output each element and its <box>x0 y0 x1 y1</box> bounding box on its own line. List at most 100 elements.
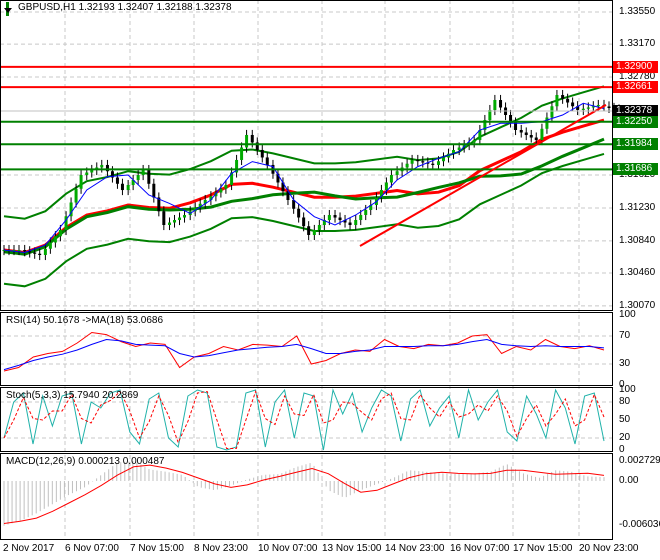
time-axis-label: 2 Nov 2017 <box>3 543 55 554</box>
candle-body <box>58 229 62 237</box>
candle-body <box>38 253 42 255</box>
candle-body <box>17 250 21 252</box>
price-tag: 1.31686 <box>613 163 658 176</box>
macd-panel <box>3 461 605 526</box>
candle-body <box>333 215 337 218</box>
stoch-axis-label: 20 <box>619 432 631 443</box>
chart-header: GBPUSD,H1 1.32193 1.32407 1.32188 1.3237… <box>4 2 232 13</box>
candle-body <box>178 217 182 221</box>
stoch-axis-label: 0 <box>619 444 625 455</box>
candle-body <box>152 183 156 198</box>
moving-average-red <box>3 118 605 255</box>
time-axis-label: 13 Nov 15:00 <box>322 543 382 554</box>
candle-body <box>183 215 187 218</box>
time-axis-label: 6 Nov 07:00 <box>65 543 119 554</box>
candle-body <box>596 104 600 107</box>
candle-body <box>384 182 388 190</box>
candle-body <box>173 220 177 223</box>
macd-axis-label: 0.00 <box>619 475 639 486</box>
price-tag: 1.31984 <box>613 138 658 151</box>
candle-body <box>431 163 435 165</box>
macd-title: MACD(12,26,9) 0.000213 0.000487 <box>6 456 165 467</box>
rsi-panel <box>0 331 612 372</box>
price-tag: 1.32900 <box>613 60 658 73</box>
candle-body <box>219 188 223 193</box>
candle-body <box>586 107 590 109</box>
candle-body <box>550 106 554 118</box>
candle-body <box>571 102 575 107</box>
candle-body <box>581 108 585 110</box>
price-axis-label: 1.33170 <box>619 38 656 50</box>
candle-body <box>141 170 145 176</box>
candle-body <box>100 164 104 168</box>
open-value: 1.32193 <box>78 2 115 13</box>
candle-body <box>493 100 497 111</box>
candle-body <box>162 211 166 226</box>
candle-body <box>566 98 570 103</box>
candle-body <box>519 129 523 133</box>
candle-body <box>338 217 342 221</box>
time-axis-label: 14 Nov 23:00 <box>385 543 445 554</box>
candle-body <box>297 208 301 218</box>
time-axis-label: 10 Nov 07:00 <box>258 543 318 554</box>
candle-body <box>126 185 130 191</box>
candle-body <box>120 183 124 191</box>
close-value: 1.32378 <box>195 2 232 13</box>
rsi-axis-label: 70 <box>619 330 631 341</box>
chart-canvas[interactable] <box>0 0 660 560</box>
candle-body <box>421 161 425 163</box>
rsi-axis-label: 30 <box>619 358 631 369</box>
candle-body <box>529 135 533 138</box>
price-tag: 1.32250 <box>613 115 658 128</box>
rsi-title: RSI(14) 50.1678 ->MA(18) 53.0686 <box>6 315 164 326</box>
candle-body <box>53 236 57 243</box>
candle-body <box>265 157 269 165</box>
candle-body <box>136 175 140 181</box>
time-axis-label: 17 Nov 15:00 <box>513 543 573 554</box>
candle-body <box>436 161 440 165</box>
candle-body <box>168 222 172 226</box>
candle-body <box>389 175 393 183</box>
rsi-axis-label: 100 <box>619 309 636 320</box>
candle-body <box>307 226 311 235</box>
rsi-line <box>3 331 605 372</box>
time-axis-label: 7 Nov 15:00 <box>130 543 184 554</box>
price-tag: 1.32661 <box>613 81 658 94</box>
candle-body <box>472 140 476 143</box>
candle-body <box>48 242 52 249</box>
candle-body <box>74 188 78 203</box>
price-axis-label: 1.31230 <box>619 201 656 213</box>
candle-body <box>85 172 89 176</box>
high-value: 1.32407 <box>117 2 154 13</box>
candle-body <box>416 159 420 162</box>
candle-body <box>488 110 492 121</box>
price-chart <box>0 2 621 288</box>
candle-body <box>327 215 331 221</box>
candle-body <box>607 106 611 108</box>
rsi-ma-line <box>3 338 605 371</box>
candle-body <box>524 132 528 136</box>
candle-body <box>354 220 358 226</box>
macd-axis-label: -0.006036 <box>619 519 660 531</box>
candle-body <box>147 170 151 184</box>
price-axis-label: 1.30840 <box>619 234 656 246</box>
time-axis-label: 16 Nov 07:00 <box>450 543 510 554</box>
macd-signal-line <box>3 464 605 524</box>
candle-body <box>441 157 445 162</box>
candle-body <box>240 147 244 160</box>
candle-body <box>23 250 27 252</box>
macd-axis-label: 0.002729 <box>619 455 660 466</box>
candle-body <box>245 134 249 148</box>
candle-body <box>499 100 503 108</box>
candle-body <box>302 217 306 227</box>
candle-body <box>561 95 565 99</box>
candle-body <box>250 134 254 143</box>
stoch-axis-label: 80 <box>619 396 631 407</box>
candle-body <box>348 222 352 226</box>
candle-body <box>364 209 368 215</box>
candle-body <box>312 229 316 235</box>
candle-body <box>260 149 264 158</box>
candle-body <box>395 171 399 176</box>
candle-body <box>555 95 559 107</box>
candle-body <box>224 184 228 189</box>
